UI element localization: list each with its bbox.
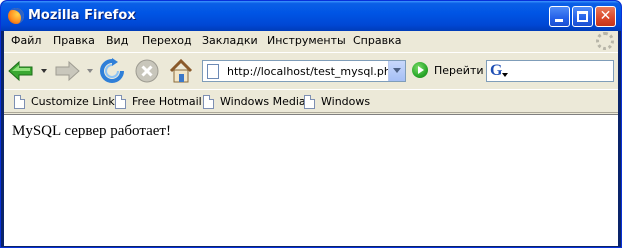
page-content: MySQL сервер работает! bbox=[4, 114, 618, 246]
bookmark-page-icon bbox=[14, 95, 25, 109]
search-engine-dropdown-icon[interactable] bbox=[502, 73, 508, 77]
back-history-dropdown-icon[interactable] bbox=[41, 69, 47, 73]
stop-icon[interactable] bbox=[134, 58, 160, 84]
bookmark-page-icon bbox=[115, 95, 126, 109]
window-title: Mozilla Firefox bbox=[28, 8, 136, 23]
search-bar[interactable]: G bbox=[486, 60, 614, 82]
title-bar[interactable]: Mozilla Firefox ✕ bbox=[1, 1, 621, 31]
bookmark-page-icon bbox=[203, 95, 214, 109]
bookmark-label: Windows Media bbox=[220, 95, 306, 108]
go-label: Перейти bbox=[434, 64, 484, 77]
go-arrow-icon bbox=[412, 62, 428, 78]
bookmark-page-icon bbox=[304, 95, 315, 109]
menu-tools[interactable]: Инструменты bbox=[267, 34, 346, 47]
forward-history-dropdown-icon[interactable] bbox=[87, 69, 93, 73]
menu-bar: Файл Правка Вид Переход Закладки Инструм… bbox=[4, 31, 618, 51]
url-history-dropdown-button[interactable] bbox=[388, 61, 405, 81]
menu-view[interactable]: Вид bbox=[106, 34, 128, 47]
minimize-icon bbox=[555, 19, 563, 22]
address-bar[interactable]: http://localhost/test_mysql.php bbox=[202, 60, 406, 82]
page-icon bbox=[207, 64, 219, 79]
menu-go[interactable]: Переход bbox=[142, 34, 192, 47]
home-icon[interactable] bbox=[167, 57, 195, 85]
navigation-toolbar: http://localhost/test_mysql.php Перейти … bbox=[4, 52, 618, 88]
forward-arrow-icon[interactable] bbox=[54, 60, 80, 82]
url-text[interactable]: http://localhost/test_mysql.php bbox=[227, 65, 398, 78]
firefox-window: Mozilla Firefox ✕ Файл Правка Вид Перехо… bbox=[0, 0, 622, 248]
maximize-icon bbox=[577, 11, 588, 22]
close-button[interactable]: ✕ bbox=[595, 6, 616, 27]
close-icon: ✕ bbox=[599, 8, 612, 24]
bookmarks-toolbar: Customize Links Free Hotmail Windows Med… bbox=[4, 89, 618, 113]
firefox-icon bbox=[8, 8, 24, 24]
throbber-icon bbox=[596, 32, 614, 50]
bookmark-label: Free Hotmail bbox=[132, 95, 202, 108]
menu-edit[interactable]: Правка bbox=[53, 34, 95, 47]
maximize-button[interactable] bbox=[572, 6, 593, 27]
browser-frame: Файл Правка Вид Переход Закладки Инструм… bbox=[4, 31, 618, 246]
bookmark-label: Windows bbox=[321, 95, 371, 108]
menu-bookmarks[interactable]: Закладки bbox=[202, 34, 258, 47]
page-body-text: MySQL сервер работает! bbox=[12, 123, 171, 139]
back-arrow-icon[interactable] bbox=[8, 60, 34, 82]
minimize-button[interactable] bbox=[549, 6, 570, 27]
reload-icon[interactable] bbox=[99, 58, 125, 84]
bookmark-label: Customize Links bbox=[31, 95, 121, 108]
menu-help[interactable]: Справка bbox=[353, 34, 401, 47]
menu-file[interactable]: Файл bbox=[11, 34, 41, 47]
